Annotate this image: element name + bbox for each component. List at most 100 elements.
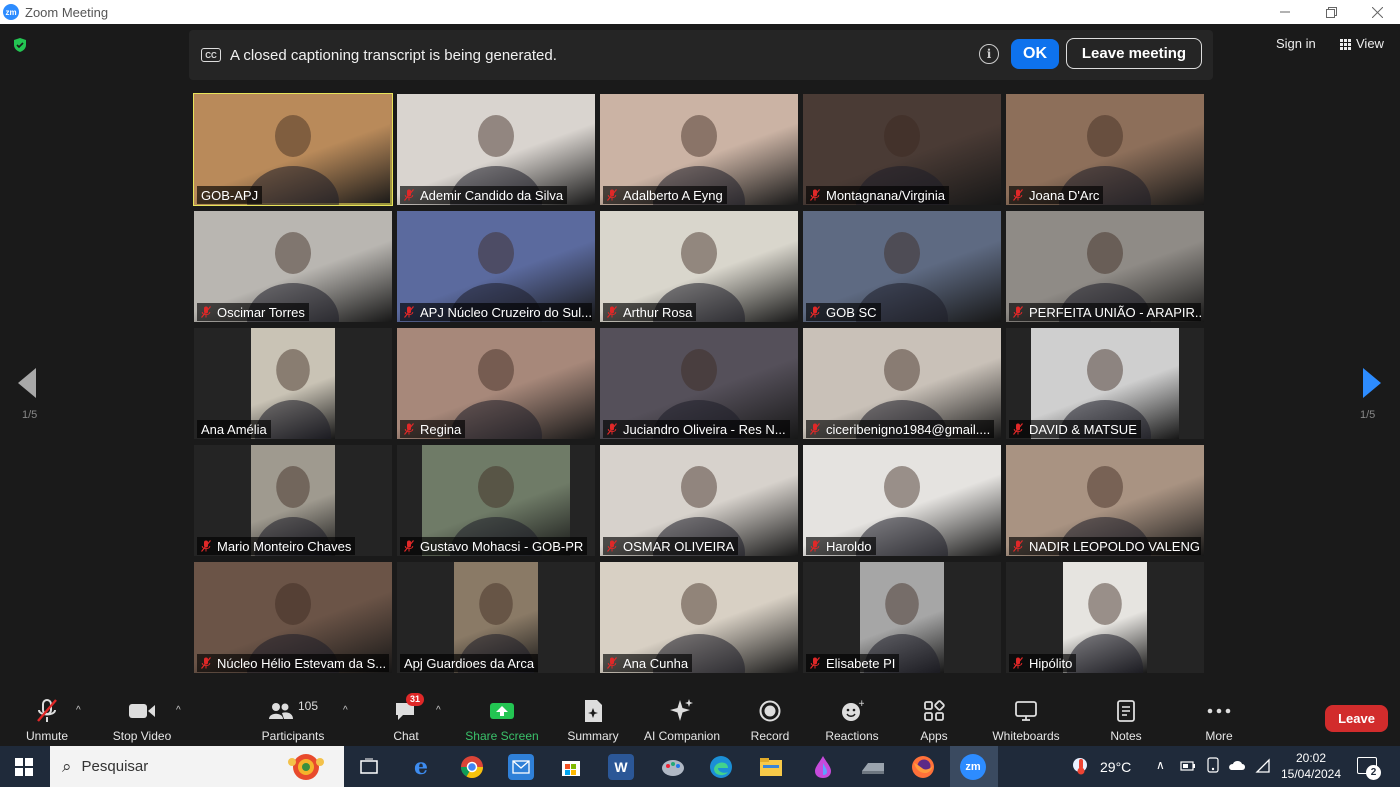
participant-tile[interactable]: DAVID & MATSUE [1006,328,1204,439]
participant-tile[interactable]: Elisabete PI [803,562,1001,673]
chrome-icon[interactable] [459,754,485,780]
leave-button[interactable]: Leave [1325,705,1388,732]
participant-tile[interactable]: Regina [397,328,595,439]
video-camera-icon [128,697,156,725]
participant-name: Adalberto A Eyng [623,187,723,203]
info-icon[interactable]: i [979,44,999,64]
unmute-button[interactable]: Unmute [22,687,72,746]
whiteboards-button[interactable]: Whiteboards [988,687,1064,746]
participant-tile[interactable]: Ana Cunha [600,562,798,673]
meeting-toolbar: Unmute ^ Stop Video ^ 105 Participants ^… [0,687,1400,746]
participant-tile[interactable]: Montagnana/Virginia [803,94,1001,205]
audio-options-chevron-icon[interactable]: ^ [76,705,81,716]
participant-tile[interactable]: Juciandro Oliveira - Res N... [600,328,798,439]
participant-tile[interactable]: NADIR LEOPOLDO VALENG... [1006,445,1204,556]
drop-app-icon[interactable] [810,754,836,780]
participants-button[interactable]: 105 Participants [258,687,328,746]
notes-button[interactable]: Notes [1106,687,1146,746]
search-highlight-flower-icon [288,754,324,780]
video-options-chevron-icon[interactable]: ^ [176,705,181,716]
participant-tile[interactable]: ciceribenigno1984@gmail.... [803,328,1001,439]
zoom-taskbar-icon[interactable]: zm [960,754,986,780]
restore-button[interactable] [1308,0,1354,24]
share-screen-button[interactable]: Share Screen [462,687,542,746]
previous-page-arrow-icon[interactable] [18,368,36,398]
taskbar-search-box[interactable]: ⌕ Pesquisar [50,746,344,787]
participant-tile[interactable]: PERFEITA UNIÃO - ARAPIR... [1006,211,1204,322]
record-button[interactable]: Record [748,687,792,746]
svg-text:+: + [858,699,864,709]
edge-icon[interactable] [708,754,734,780]
share-screen-label: Share Screen [465,729,539,743]
view-button[interactable]: View [1340,36,1384,51]
summary-label: Summary [567,729,619,743]
participant-tile[interactable]: APJ Núcleo Cruzeiro do Sul... [397,211,595,322]
windows-taskbar: ⌕ Pesquisar e W zm 29°C ∧ 20:02 15/04/20… [0,746,1400,787]
summary-button[interactable]: Summary [564,687,622,746]
search-icon: ⌕ [62,756,72,776]
participant-name-tag: Juciandro Oliveira - Res N... [603,420,790,438]
minimize-button[interactable] [1262,0,1308,24]
mail-icon[interactable] [508,754,534,780]
participant-name-tag: Gustavo Mohacsi - GOB-PR [400,537,588,555]
device-icon[interactable] [1205,757,1221,775]
microphone-muted-icon [404,189,414,201]
weather-icon[interactable] [1068,754,1094,780]
encryption-shield-icon[interactable] [12,37,28,53]
microphone-muted-icon [201,657,211,669]
participant-name: Juciandro Oliveira - Res N... [623,421,786,437]
participant-tile[interactable]: Mario Monteiro Chaves [194,445,392,556]
record-label: Record [750,729,790,743]
microphone-muted-icon [810,540,820,552]
restore-icon [1325,6,1337,18]
sign-in-link[interactable]: Sign in [1276,36,1316,51]
cloud-icon[interactable] [1228,759,1246,771]
unmute-label: Unmute [25,729,69,743]
page-indicator-right: 1/5 [1360,409,1376,421]
participant-tile[interactable]: GOB-APJ [193,93,393,206]
participant-tile[interactable]: Arthur Rosa [600,211,798,322]
participant-tile[interactable]: Hipólito [1006,562,1204,673]
close-button[interactable] [1354,0,1400,24]
participant-tile[interactable]: Oscimar Torres [194,211,392,322]
participant-tile[interactable]: Núcleo Hélio Estevam da S... [194,562,392,673]
participants-chevron-icon[interactable]: ^ [343,705,348,716]
battery-icon[interactable] [1180,759,1196,773]
grid-view-icon [1340,38,1351,50]
participant-tile[interactable]: GOB SC [803,211,1001,322]
participant-tile[interactable]: Ana Amélia [194,328,392,439]
participant-name: Oscimar Torres [217,304,305,320]
participant-name: Apj Guardioes da Arca [404,655,535,671]
firefox-icon[interactable] [910,754,936,780]
microsoft-store-icon[interactable] [558,754,584,780]
chat-button[interactable]: 31 Chat [386,687,426,746]
drive-icon[interactable] [860,754,886,780]
wifi-icon[interactable] [1255,758,1271,774]
stop-video-button[interactable]: Stop Video [108,687,176,746]
participant-name: Montagnana/Virginia [826,187,946,203]
paint-icon[interactable] [660,754,686,780]
participant-name: Hipólito [1029,655,1073,671]
participant-tile[interactable]: Apj Guardioes da Arca [397,562,595,673]
participant-tile[interactable]: Gustavo Mohacsi - GOB-PR [397,445,595,556]
word-icon[interactable]: W [608,754,634,780]
task-view-icon[interactable] [356,754,382,780]
next-page-arrow-icon[interactable] [1363,368,1381,398]
reactions-button[interactable]: + Reactions [822,687,882,746]
taskbar-clock[interactable]: 20:02 15/04/2024 [1278,750,1344,782]
ok-button[interactable]: OK [1011,39,1059,69]
windows-start-icon[interactable] [15,758,33,776]
internet-explorer-icon[interactable]: e [408,754,434,780]
participant-tile[interactable]: Ademir Candido da Silva [397,94,595,205]
chat-chevron-icon[interactable]: ^ [436,705,441,716]
file-explorer-icon[interactable] [758,754,784,780]
participant-tile[interactable]: Haroldo [803,445,1001,556]
more-button[interactable]: More [1198,687,1240,746]
leave-meeting-button[interactable]: Leave meeting [1066,38,1202,69]
participant-tile[interactable]: Adalberto A Eyng [600,94,798,205]
tray-chevron-icon[interactable]: ∧ [1156,758,1165,772]
participant-tile[interactable]: OSMAR OLIVEIRA [600,445,798,556]
apps-button[interactable]: Apps [914,687,954,746]
ai-companion-button[interactable]: AI Companion [640,687,724,746]
participant-tile[interactable]: Joana D'Arc [1006,94,1204,205]
